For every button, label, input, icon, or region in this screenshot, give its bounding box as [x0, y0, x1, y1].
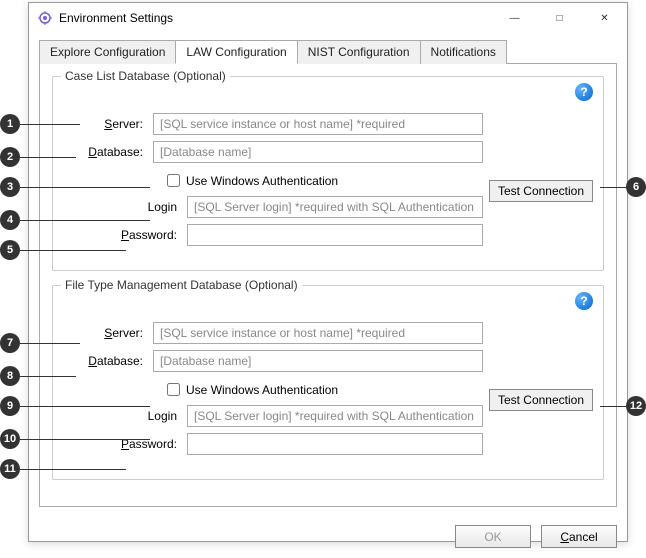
app-icon [37, 10, 53, 26]
database-label: Database: [67, 145, 153, 159]
help-icon[interactable]: ? [575, 292, 593, 310]
password-label: Password: [107, 228, 187, 242]
callout-line [20, 469, 126, 470]
callout-4: 4 [0, 210, 20, 230]
close-button[interactable]: ✕ [582, 3, 627, 33]
callout-line [20, 250, 126, 251]
server-label: Server: [67, 326, 153, 340]
tabstrip: Explore Configuration LAW Configuration … [39, 39, 617, 64]
tab-notifications[interactable]: Notifications [420, 40, 507, 64]
database-input[interactable] [153, 141, 483, 163]
database-input[interactable] [153, 350, 483, 372]
callout-2: 2 [0, 147, 20, 167]
group-case-list-database: Case List Database (Optional) ? Server: … [52, 76, 604, 271]
windows-auth-label: Use Windows Authentication [186, 174, 338, 188]
callout-line [20, 124, 80, 125]
callout-line [20, 187, 150, 188]
callout-3: 3 [0, 177, 20, 197]
callout-line [20, 220, 150, 221]
callout-7: 7 [0, 333, 20, 353]
test-connection-button[interactable]: Test Connection [489, 180, 593, 202]
database-label: Database: [67, 354, 153, 368]
test-connection-button[interactable]: Test Connection [489, 389, 593, 411]
password-input[interactable] [187, 224, 483, 246]
callout-1: 1 [0, 114, 20, 134]
login-input[interactable] [187, 196, 483, 218]
password-input[interactable] [187, 433, 483, 455]
callout-line [20, 406, 150, 407]
cancel-button[interactable]: Cancel [541, 525, 617, 548]
login-label: Login [107, 200, 187, 214]
callout-11: 11 [0, 459, 20, 479]
group-title: File Type Management Database (Optional) [61, 278, 302, 292]
windows-auth-label: Use Windows Authentication [186, 383, 338, 397]
group-file-type-management-database: File Type Management Database (Optional)… [52, 285, 604, 480]
callout-line [600, 187, 626, 188]
tab-law-configuration[interactable]: LAW Configuration [175, 40, 297, 64]
server-input[interactable] [153, 322, 483, 344]
server-input[interactable] [153, 113, 483, 135]
callout-5: 5 [0, 240, 20, 260]
tabpanel-law-configuration: Case List Database (Optional) ? Server: … [39, 64, 617, 507]
titlebar: Environment Settings — □ ✕ [29, 3, 627, 33]
dialog-button-row: OK Cancel [29, 517, 627, 558]
callout-10: 10 [0, 429, 20, 449]
dialog-window: Environment Settings — □ ✕ Explore Confi… [28, 2, 628, 542]
callout-12: 12 [626, 396, 646, 416]
ok-button[interactable]: OK [455, 525, 531, 548]
tab-nist-configuration[interactable]: NIST Configuration [297, 40, 421, 64]
callout-6: 6 [626, 177, 646, 197]
callout-line [20, 376, 76, 377]
minimize-button[interactable]: — [492, 3, 537, 33]
callout-line [20, 157, 76, 158]
windows-auth-checkbox[interactable] [167, 383, 180, 396]
dialog-content: Explore Configuration LAW Configuration … [29, 33, 627, 517]
login-input[interactable] [187, 405, 483, 427]
window-title: Environment Settings [59, 11, 492, 25]
callout-line [600, 406, 626, 407]
login-label: Login [107, 409, 187, 423]
callout-9: 9 [0, 396, 20, 416]
callout-line [20, 343, 80, 344]
group-title: Case List Database (Optional) [61, 69, 230, 83]
window-buttons: — □ ✕ [492, 3, 627, 33]
windows-auth-checkbox[interactable] [167, 174, 180, 187]
callout-8: 8 [0, 366, 20, 386]
callout-line [20, 439, 150, 440]
maximize-button[interactable]: □ [537, 3, 582, 33]
help-icon[interactable]: ? [575, 83, 593, 101]
tab-explore-configuration[interactable]: Explore Configuration [39, 40, 176, 64]
